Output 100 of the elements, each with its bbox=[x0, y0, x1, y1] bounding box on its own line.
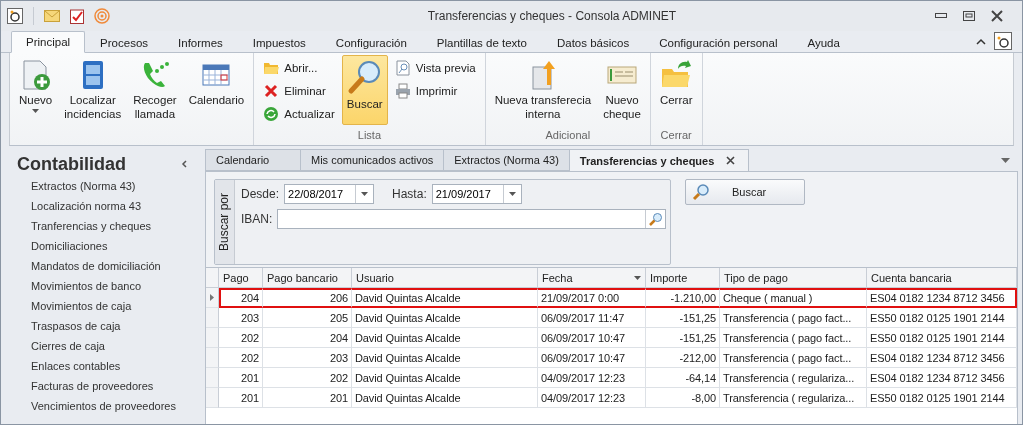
sidebar-link[interactable]: Cierres de caja bbox=[17, 336, 201, 356]
column-header[interactable]: Cuenta bancaria bbox=[867, 268, 1017, 288]
table-cell: 203 bbox=[219, 308, 263, 328]
table-cell: ES50 0182 0125 1901 2144 bbox=[867, 388, 1017, 408]
collapse-icon[interactable] bbox=[976, 37, 986, 45]
ribbon-button[interactable]: Nuevo cheque bbox=[598, 55, 646, 125]
table-cell: 204 bbox=[219, 288, 263, 308]
ribbon-button[interactable]: Recoger llamada bbox=[128, 55, 182, 125]
row-indicator[interactable] bbox=[206, 288, 219, 308]
sidebar-link[interactable]: Localización norma 43 bbox=[17, 196, 201, 216]
table-cell: 04/09/2017 12:23 bbox=[538, 388, 646, 408]
close-button[interactable] bbox=[990, 9, 1004, 23]
ribbon-button[interactable]: Actualizar bbox=[258, 103, 340, 125]
group-label: Lista bbox=[356, 129, 383, 143]
search-icon bbox=[346, 59, 383, 95]
ribbon-button[interactable]: Eliminar bbox=[258, 80, 340, 102]
sidebar-link[interactable]: Facturas de proveedores bbox=[17, 376, 201, 396]
ribbon-button[interactable]: Cerrar bbox=[654, 55, 698, 111]
sidebar-link[interactable]: Movimientos de caja bbox=[17, 296, 201, 316]
table-cell: ES04 0182 1234 8712 3456 bbox=[867, 288, 1017, 308]
ribbon-tab[interactable]: Plantillas de texto bbox=[421, 31, 542, 53]
delete-icon bbox=[263, 83, 280, 99]
table-cell: ES04 0182 1234 8712 3456 bbox=[867, 368, 1017, 388]
restore-button[interactable] bbox=[962, 9, 976, 23]
table-cell: David Quintas Alcalde bbox=[352, 388, 538, 408]
table-cell: 06/09/2017 10:47 bbox=[538, 348, 646, 368]
restore-icon bbox=[963, 11, 975, 21]
table-cell: Transferencia ( pago fact... bbox=[720, 348, 867, 368]
sidebar-link[interactable]: Domiciliaciones bbox=[17, 236, 201, 256]
ribbon-tab[interactable]: Procesos bbox=[85, 31, 164, 53]
table-cell: 201 bbox=[219, 388, 263, 408]
table-cell: -8,00 bbox=[646, 388, 720, 408]
ribbon-tab[interactable]: Ayuda bbox=[792, 31, 855, 53]
search-button[interactable]: Buscar bbox=[685, 179, 805, 205]
table-cell: -151,25 bbox=[646, 308, 720, 328]
group-label: Buscar por bbox=[217, 193, 232, 251]
table-cell: David Quintas Alcalde bbox=[352, 328, 538, 348]
sidebar-link[interactable]: Vencimientos de proveedores bbox=[17, 396, 201, 416]
sidebar-link[interactable]: Movimientos de banco bbox=[17, 276, 201, 296]
ribbon-button[interactable]: Localizar incidencias bbox=[59, 55, 127, 125]
app-icon bbox=[7, 8, 23, 24]
current-row-icon bbox=[210, 294, 214, 301]
table-cell: Transferencia ( pago fact... bbox=[720, 308, 867, 328]
sidebar-link[interactable]: Traspasos de caja bbox=[17, 316, 201, 336]
sidebar-link[interactable]: Mandatos de domiciliación bbox=[17, 256, 201, 276]
caret-icon bbox=[634, 275, 641, 280]
table-cell: David Quintas Alcalde bbox=[352, 288, 538, 308]
folder-icon bbox=[263, 60, 280, 76]
column-header[interactable]: Usuario bbox=[352, 268, 538, 288]
ribbon-button[interactable]: Vista previa bbox=[389, 57, 481, 79]
group-label: Cerrar bbox=[659, 129, 693, 143]
document-tab[interactable]: Calendario bbox=[205, 149, 301, 171]
ribbon-button[interactable]: Nuevo bbox=[14, 55, 58, 117]
column-header[interactable]: Pago bbox=[219, 268, 263, 288]
document-tab[interactable]: Mis comunicados activos bbox=[300, 149, 445, 171]
ribbon-tab[interactable]: Informes bbox=[163, 31, 238, 53]
field-label: Desde: bbox=[241, 187, 280, 201]
table-cell: 201 bbox=[219, 368, 263, 388]
table-cell: ES04 0182 1234 8712 3456 bbox=[867, 348, 1017, 368]
ribbon-button[interactable]: Buscar bbox=[341, 55, 388, 125]
table-cell: 202 bbox=[219, 348, 263, 368]
column-header[interactable]: Importe bbox=[646, 268, 720, 288]
ribbon-button[interactable]: Imprimir bbox=[389, 80, 481, 102]
table-cell: -64,14 bbox=[646, 368, 720, 388]
table-cell: 202 bbox=[219, 328, 263, 348]
ribbon-tab[interactable]: Impuestos bbox=[237, 31, 321, 53]
table-cell: 202 bbox=[263, 368, 352, 388]
table-cell: Transferencia ( regulariza... bbox=[720, 368, 867, 388]
ribbon-tab[interactable]: Configuración bbox=[320, 31, 422, 53]
app-icon[interactable] bbox=[994, 32, 1012, 50]
document-tab[interactable]: Extractos (Norma 43) bbox=[443, 149, 570, 171]
ribbon-tab[interactable]: Configuración personal bbox=[644, 31, 793, 53]
window-title: Transferencias y cheques - Consola ADMINET bbox=[426, 9, 678, 23]
close-icon bbox=[991, 10, 1003, 22]
sidebar-link[interactable]: Tranferencias y cheques bbox=[17, 216, 201, 236]
sidebar-link[interactable]: Extractos (Norma 43) bbox=[17, 176, 201, 196]
ribbon-button[interactable]: Nueva transferecia interna bbox=[489, 55, 597, 125]
document-tab[interactable]: Transferencias y cheques bbox=[568, 149, 749, 171]
caret-icon[interactable] bbox=[1001, 158, 1010, 163]
ribbon-tab[interactable]: Principal bbox=[11, 31, 86, 53]
table-cell: -212,00 bbox=[646, 348, 720, 368]
table-cell: David Quintas Alcalde bbox=[352, 308, 538, 328]
ribbon-button[interactable]: Calendario bbox=[183, 55, 250, 111]
print-preview-icon bbox=[394, 60, 411, 76]
field-label: IBAN: bbox=[241, 212, 273, 226]
field-label: Hasta: bbox=[392, 187, 427, 201]
column-header[interactable]: Tipo de pago bbox=[720, 268, 867, 288]
collapse-icon[interactable] bbox=[181, 160, 187, 168]
table-cell: David Quintas Alcalde bbox=[352, 348, 538, 368]
broadcast-icon bbox=[94, 8, 110, 24]
clipboard-icon bbox=[70, 8, 84, 24]
sidebar-link[interactable]: Enlaces contables bbox=[17, 356, 201, 376]
column-header[interactable]: Fecha bbox=[538, 268, 646, 288]
ribbon-button[interactable]: Abrir... bbox=[258, 57, 340, 79]
envelope-icon bbox=[44, 9, 60, 23]
iban-field[interactable] bbox=[277, 209, 666, 229]
ribbon-tab[interactable]: Datos básicos bbox=[541, 31, 645, 53]
table-cell: Cheque ( manual ) bbox=[720, 288, 867, 308]
table-cell: Transferencia ( regulariza... bbox=[720, 388, 867, 408]
column-header[interactable]: Pago bancario bbox=[263, 268, 352, 288]
